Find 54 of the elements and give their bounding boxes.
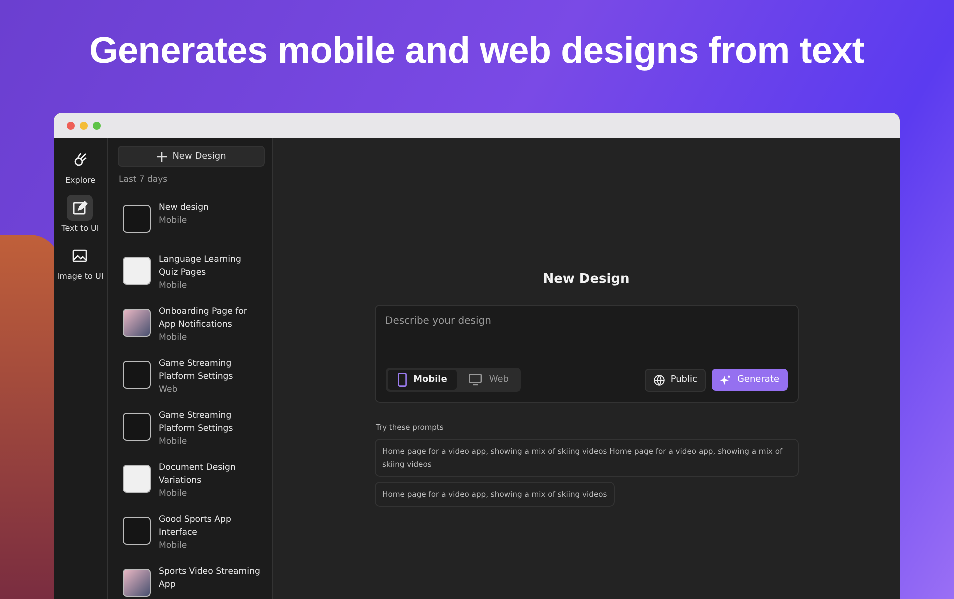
design-thumbnail	[123, 205, 151, 233]
headline: Generates mobile and web designs from text	[90, 30, 864, 73]
nav-item[interactable]: Text to UI	[62, 195, 100, 233]
design-type: Mobile	[159, 488, 188, 500]
platform-option[interactable]: Web	[459, 370, 519, 390]
page-title: New Design	[543, 272, 630, 287]
design-title: Sports Video Streaming App	[159, 566, 262, 592]
generate-button[interactable]: Generate	[712, 369, 788, 391]
design-type: Mobile	[159, 215, 188, 227]
design-thumbnail	[123, 465, 151, 493]
design-title: Game Streaming Platform Settings	[159, 358, 234, 384]
plus-icon	[156, 152, 167, 162]
design-type: Mobile	[159, 540, 188, 552]
design-list-item[interactable]: Good Sports App Interface Mobile	[118, 514, 263, 566]
platform-option[interactable]: Mobile	[388, 370, 458, 390]
design-thumbnail	[123, 569, 151, 597]
design-title: Onboarding Page for App Notifications	[159, 306, 248, 332]
design-type: Mobile	[159, 436, 188, 448]
section-heading: Last 7 days	[119, 175, 169, 185]
design-title: Language Learning Quiz Pages	[159, 254, 242, 280]
nav-item[interactable]: Explore	[65, 147, 96, 185]
design-title: Game Streaming Platform Settings	[159, 410, 234, 436]
nav-item[interactable]: Image to UI	[57, 243, 104, 281]
design-thumbnail	[123, 257, 151, 285]
comet-icon	[72, 152, 88, 168]
phone-icon	[398, 373, 406, 387]
sparkle-icon	[720, 374, 732, 386]
design-list-item[interactable]: Sports Video Streaming App	[118, 566, 263, 599]
design-list-item[interactable]: Onboarding Page for App Notifications Mobile	[118, 306, 263, 358]
maximize-button[interactable]	[93, 122, 101, 130]
design-type: Mobile	[159, 332, 188, 344]
image-icon	[72, 248, 88, 264]
design-list-item[interactable]: Document Design Variations Mobile	[118, 462, 263, 514]
design-list-item[interactable]: Game Streaming Platform Settings Web	[118, 358, 263, 410]
design-title: Document Design Variations	[159, 462, 237, 488]
design-list-item[interactable]: Game Streaming Platform Settings Mobile	[118, 410, 263, 462]
minimize-button[interactable]	[80, 122, 88, 130]
prompt-input-field[interactable]: Describe your design Mobile Web Public Generate	[374, 305, 798, 403]
globe-icon	[654, 374, 665, 386]
design-thumbnail	[123, 309, 151, 337]
design-type: Web	[159, 384, 179, 396]
new-design-button[interactable]: New Design	[118, 146, 265, 167]
design-thumbnail	[123, 361, 151, 389]
edit-icon	[72, 200, 88, 216]
design-list-item[interactable]: New design Mobile	[118, 202, 263, 254]
design-type: Mobile	[159, 280, 188, 292]
design-thumbnail	[123, 517, 151, 545]
design-list-item[interactable]: Language Learning Quiz Pages Mobile	[118, 254, 263, 306]
visibility-button[interactable]: Public	[644, 368, 706, 392]
monitor-icon	[469, 374, 482, 386]
design-thumbnail	[123, 413, 151, 441]
design-title: Good Sports App Interface	[159, 514, 232, 540]
close-button[interactable]	[67, 122, 75, 130]
design-title: New design	[159, 202, 209, 215]
